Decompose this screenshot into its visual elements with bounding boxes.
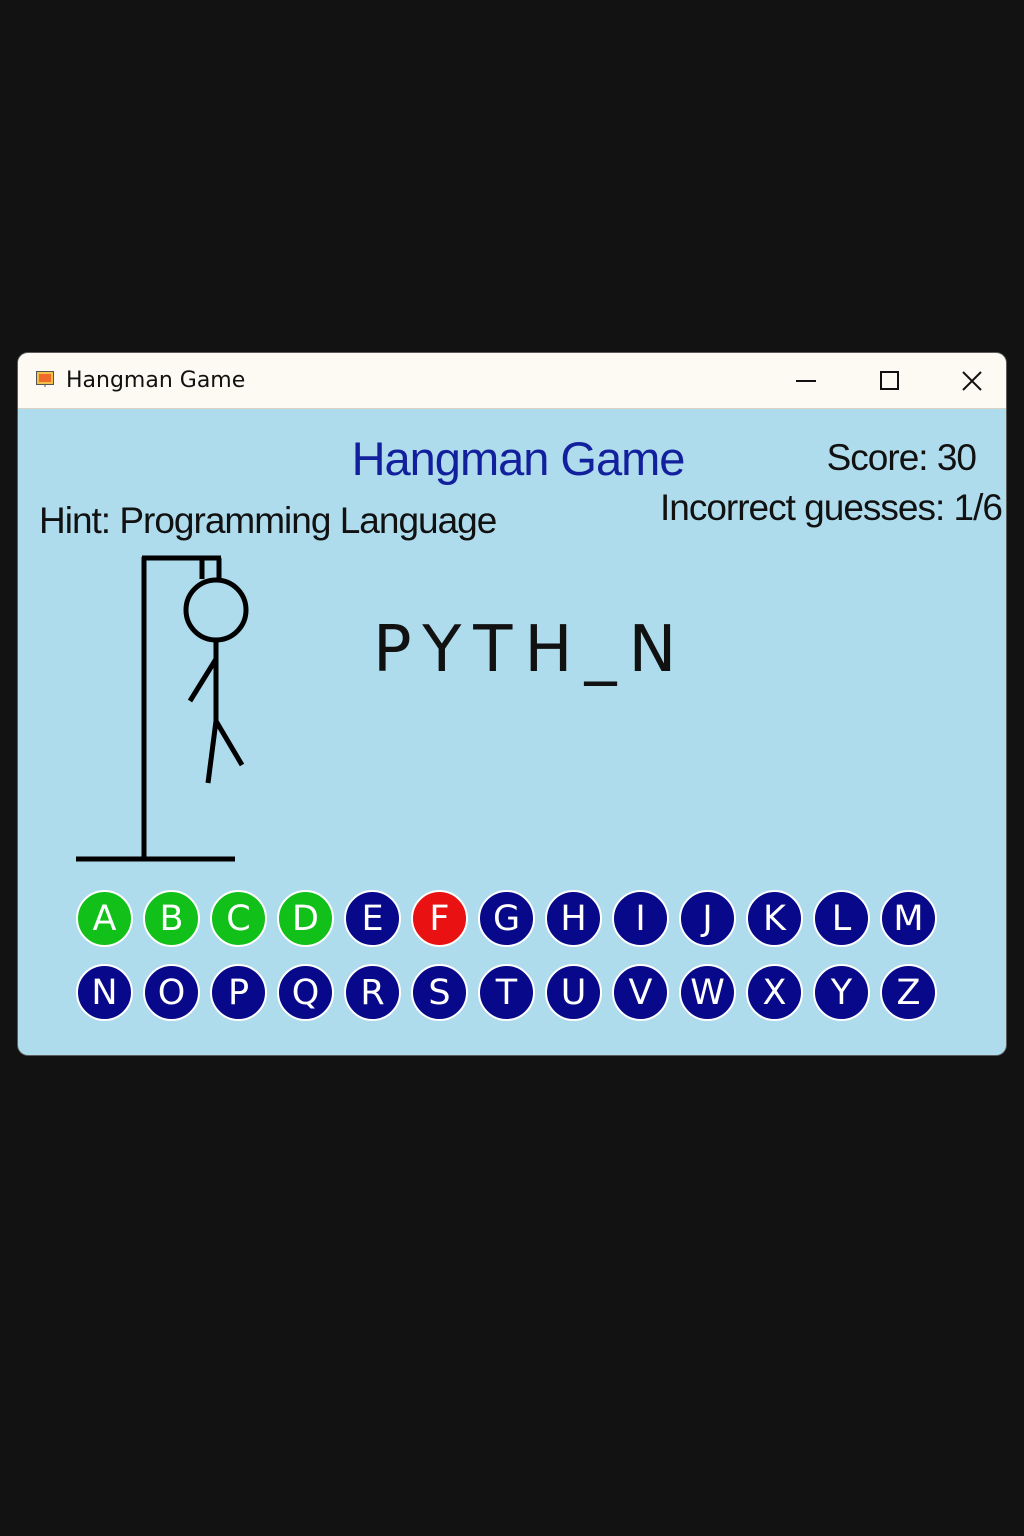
letter-button-f[interactable]: F [411,890,468,947]
letter-button-m[interactable]: M [880,890,937,947]
letter-button-c[interactable]: C [210,890,267,947]
title-bar[interactable]: Hangman Game [18,353,1006,409]
keyboard-row-1: ABCDEFGHIJKLM [76,890,976,947]
letter-button-v[interactable]: V [612,964,669,1021]
letter-button-z[interactable]: Z [880,964,937,1021]
maximize-button[interactable] [860,353,920,408]
window-title: Hangman Game [66,368,246,393]
close-icon [962,370,982,391]
letter-button-g[interactable]: G [478,890,535,947]
hint-label: Hint: Programming Language [39,500,497,541]
letter-button-q[interactable]: Q [277,964,334,1021]
maximize-icon [880,370,899,390]
letter-button-t[interactable]: T [478,964,535,1021]
minimize-icon [796,379,816,382]
hangman-left-leg [205,720,219,784]
letter-button-d[interactable]: D [277,890,334,947]
letter-button-r[interactable]: R [344,964,401,1021]
letter-button-p[interactable]: P [210,964,267,1021]
app-icon [36,371,54,387]
score-label: Score: 30 [826,437,977,478]
letter-button-i[interactable]: I [612,890,669,947]
game-title: Hangman Game [351,432,686,485]
letter-button-a[interactable]: A [76,890,133,947]
letter-keyboard: ABCDEFGHIJKLM NOPQRSTUVWXYZ [76,890,976,1038]
letter-button-j[interactable]: J [679,890,736,947]
incorrect-guesses-label: Incorrect guesses: 1/6 [659,487,1003,528]
letter-button-e[interactable]: E [344,890,401,947]
letter-button-w[interactable]: W [679,964,736,1021]
close-button[interactable] [942,353,1002,408]
letter-button-l[interactable]: L [813,890,870,947]
word-display: PYTH_N [373,613,689,687]
letter-button-s[interactable]: S [411,964,468,1021]
letter-button-k[interactable]: K [746,890,803,947]
hangman-left-arm [187,657,219,703]
letter-button-h[interactable]: H [545,890,602,947]
minimize-button[interactable] [776,353,836,408]
letter-button-y[interactable]: Y [813,964,870,1021]
keyboard-row-2: NOPQRSTUVWXYZ [76,964,976,1021]
hangman-window: Hangman Game Hangman Game Score: 30 Inco… [18,353,1006,1055]
hangman-head [183,577,249,643]
letter-button-x[interactable]: X [746,964,803,1021]
letter-button-u[interactable]: U [545,964,602,1021]
hangman-right-leg [213,719,245,767]
letter-button-n[interactable]: N [76,964,133,1021]
letter-button-o[interactable]: O [143,964,200,1021]
letter-button-b[interactable]: B [143,890,200,947]
